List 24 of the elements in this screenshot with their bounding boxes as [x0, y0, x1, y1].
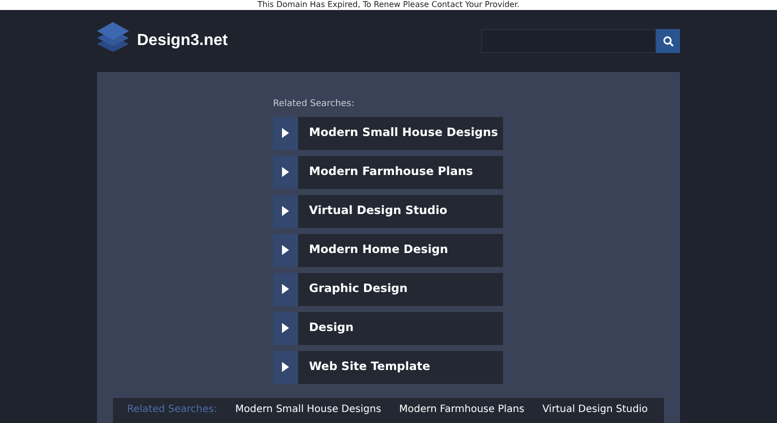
logo-text[interactable]: Design3.net: [137, 29, 228, 53]
related-search-link[interactable]: Modern Farmhouse Plans: [273, 156, 503, 188]
related-search-link[interactable]: Virtual Design Studio: [542, 402, 648, 423]
search-field[interactable]: [481, 29, 656, 53]
related-search-link[interactable]: Modern Small House Designs: [273, 116, 503, 150]
search-button[interactable]: [656, 29, 680, 53]
play-icon: [282, 128, 289, 138]
play-icon: [282, 206, 289, 216]
play-icon: [282, 284, 289, 294]
notice-text: This Domain Has Expired, To Renew Please Contact Your Provider.: [0, 0, 777, 10]
related-searches-heading: Related Searches:: [127, 402, 218, 416]
play-icon: [282, 362, 289, 372]
related-search-link[interactable]: Web Site Template: [273, 350, 503, 384]
related-search-link[interactable]: Virtual Design Studio: [273, 194, 503, 228]
play-icon: [282, 323, 289, 333]
search-icon: [662, 36, 674, 46]
play-icon: [282, 245, 289, 255]
related-search-link[interactable]: Modern Home Design: [273, 234, 503, 266]
related-searches-heading: Related Searches:: [273, 98, 356, 111]
related-search-link[interactable]: Modern Farmhouse Plans: [399, 402, 524, 423]
related-search-link[interactable]: Design: [273, 312, 503, 344]
related-search-link[interactable]: Graphic Design: [273, 272, 503, 306]
related-search-link[interactable]: Modern Small House Designs: [235, 402, 382, 423]
play-icon: [282, 167, 289, 177]
